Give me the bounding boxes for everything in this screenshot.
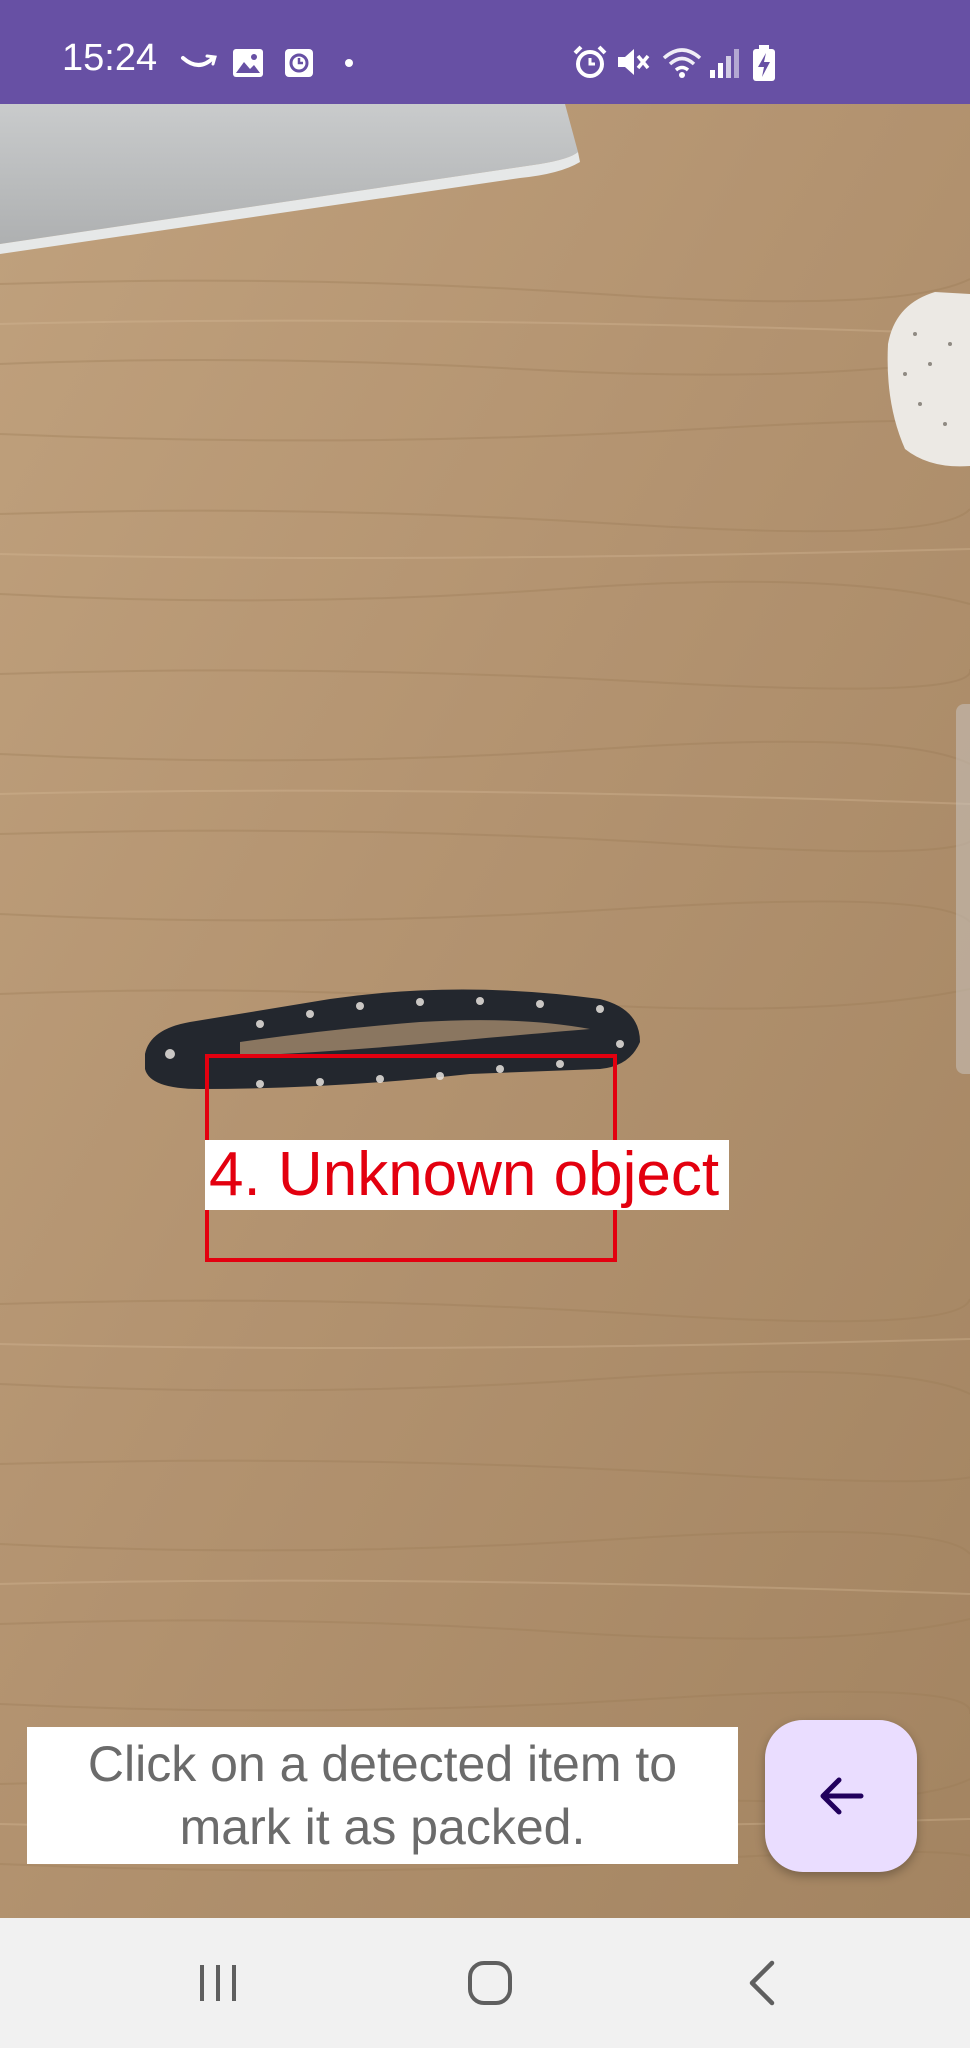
wifi-icon	[662, 48, 702, 78]
arrow-back-icon	[820, 1777, 864, 1815]
navigation-bar	[0, 1918, 970, 2048]
image-icon	[233, 49, 263, 77]
mute-icon	[618, 49, 650, 75]
detection-label[interactable]: 4. Unknown object	[205, 1140, 730, 1210]
camera-feed-image	[0, 104, 970, 1918]
battery-charging-icon	[753, 45, 775, 81]
instruction-hint: Click on a detected item to mark it as p…	[27, 1727, 738, 1864]
signal-icon	[710, 49, 739, 78]
status-bar: 15:24	[0, 0, 970, 104]
back-fab-button[interactable]	[765, 1720, 917, 1872]
edge-panel-handle[interactable]	[956, 704, 970, 1074]
camera-preview: 4. Unknown object	[0, 104, 970, 1918]
home-button[interactable]	[410, 1918, 570, 2048]
dot-icon	[345, 59, 353, 67]
back-icon	[749, 1960, 775, 2006]
app-screen: 15:24 4. Unknown object Click on a detec…	[0, 0, 970, 2048]
recent-apps-button[interactable]	[138, 1918, 298, 2048]
alarm-icon	[573, 45, 607, 78]
status-time: 15:24	[62, 37, 158, 79]
clock-app-icon	[285, 49, 313, 77]
system-back-button[interactable]	[682, 1918, 842, 2048]
amazon-smile-icon	[181, 54, 217, 67]
recent-apps-icon	[200, 1965, 236, 2001]
home-icon	[468, 1961, 512, 2005]
